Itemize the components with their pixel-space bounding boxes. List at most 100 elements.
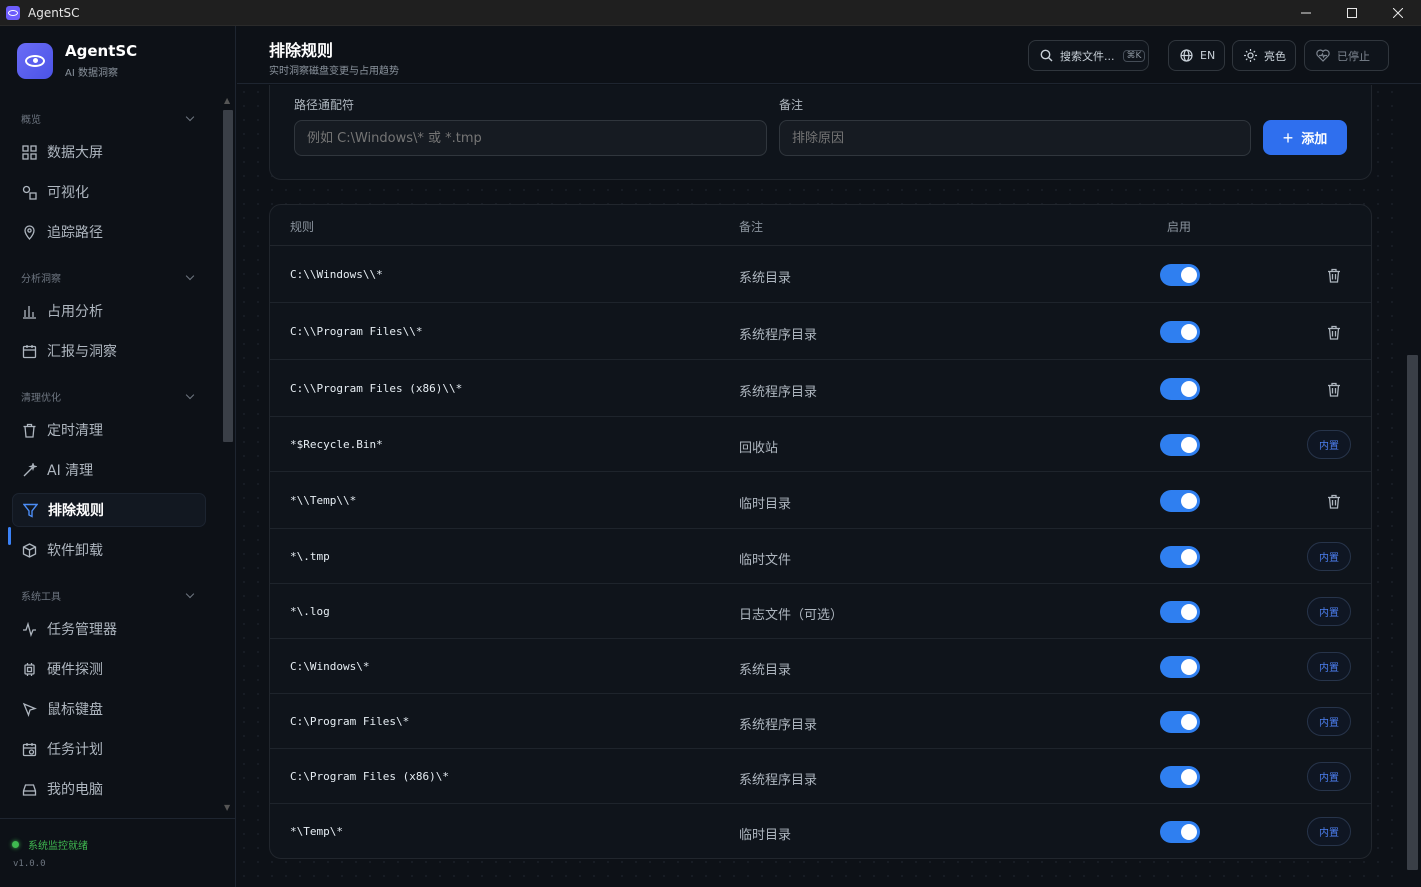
add-rule-form: 路径通配符 备注 + 添加 xyxy=(269,85,1372,180)
rule-pattern: C:\\Program Files\\* xyxy=(290,325,423,338)
sidebar-item-dashboard[interactable]: 数据大屏 xyxy=(12,135,206,169)
chevron-down-icon xyxy=(185,589,195,598)
sidebar-item-scheduled-clean[interactable]: 定时清理 xyxy=(12,413,206,447)
enabled-toggle[interactable] xyxy=(1160,490,1200,512)
sidebar-item-label: 我的电脑 xyxy=(47,782,103,798)
rule-pattern: *\\Temp\\* xyxy=(290,494,357,507)
sidebar-item-task-manager[interactable]: 任务管理器 xyxy=(12,612,206,646)
language-button[interactable]: EN xyxy=(1168,40,1225,71)
stopped-label: 已停止 xyxy=(1337,49,1370,63)
sidebar-item-my-computer[interactable]: 我的电脑 xyxy=(12,772,206,806)
sidebar-item-label: 任务管理器 xyxy=(47,622,117,638)
sidebar-item-label: 追踪路径 xyxy=(47,225,103,241)
toggle-knob xyxy=(1181,324,1197,340)
enabled-toggle[interactable] xyxy=(1160,321,1200,343)
delete-icon[interactable] xyxy=(1326,493,1342,509)
sidebar-item-label: 占用分析 xyxy=(47,304,103,320)
minimize-button[interactable] xyxy=(1283,0,1329,26)
toggle-knob xyxy=(1181,437,1197,453)
search-button[interactable]: 搜索文件... ⌘K xyxy=(1028,40,1149,71)
magic-wand-icon xyxy=(21,462,37,478)
sidebar-item-reports[interactable]: 汇报与洞察 xyxy=(12,334,206,368)
toggle-knob xyxy=(1181,381,1197,397)
status-text: 系统监控就绪 xyxy=(28,841,88,852)
table-row: *\\Temp\\* 临时目录 xyxy=(270,472,1371,529)
main-scrollbar[interactable] xyxy=(1407,355,1418,870)
nav-section-label: 概览 xyxy=(21,114,41,126)
enabled-toggle[interactable] xyxy=(1160,601,1200,623)
activity-icon xyxy=(21,621,37,637)
rule-note: 临时目录 xyxy=(739,497,792,512)
rule-pattern: *\.log xyxy=(290,605,330,618)
delete-icon[interactable] xyxy=(1326,381,1342,397)
sidebar-item-label: 汇报与洞察 xyxy=(47,344,117,360)
note-input[interactable] xyxy=(779,120,1251,156)
sidebar-item-exclude-rules[interactable]: 排除规则 xyxy=(12,493,206,527)
active-indicator xyxy=(8,527,11,545)
nav-section-cleanup[interactable]: 清理优化 xyxy=(21,388,196,404)
sidebar-item-scheduler[interactable]: 任务计划 xyxy=(12,732,206,766)
enabled-toggle[interactable] xyxy=(1160,264,1200,286)
toggle-knob xyxy=(1181,824,1197,840)
pattern-input[interactable] xyxy=(294,120,767,156)
theme-toggle-button[interactable]: 亮色 xyxy=(1232,40,1296,71)
sidebar-item-hardware[interactable]: 硬件探测 xyxy=(12,652,206,686)
sidebar-item-trace[interactable]: 追踪路径 xyxy=(12,215,206,249)
toggle-knob xyxy=(1181,493,1197,509)
nav-section-overview[interactable]: 概览 xyxy=(21,110,196,126)
table-row: C:\\Program Files (x86)\\* 系统程序目录 xyxy=(270,360,1371,417)
enabled-toggle[interactable] xyxy=(1160,378,1200,400)
sidebar-item-label: 排除规则 xyxy=(48,503,104,519)
enabled-toggle[interactable] xyxy=(1160,434,1200,456)
sidebar: AgentSC AI 数据洞察 ▲ ▼ 概览 数据大屏 可视化 追踪路径 分析洞… xyxy=(0,26,236,887)
sidebar-footer: 系统监控就绪 v1.0.0 xyxy=(0,818,236,887)
table-row: *\Temp\* 临时目录 内置 xyxy=(270,804,1371,858)
delete-icon[interactable] xyxy=(1326,267,1342,283)
rule-pattern: *\Temp\* xyxy=(290,825,343,838)
rule-note: 系统程序目录 xyxy=(739,773,818,788)
window-title: AgentSC xyxy=(28,5,80,20)
enabled-toggle[interactable] xyxy=(1160,546,1200,568)
delete-icon[interactable] xyxy=(1326,324,1342,340)
sidebar-item-usage[interactable]: 占用分析 xyxy=(12,294,206,328)
nav-section-label: 系统工具 xyxy=(21,591,61,603)
builtin-badge: 内置 xyxy=(1307,652,1351,681)
builtin-badge: 内置 xyxy=(1307,542,1351,571)
rule-note: 日志文件（可选） xyxy=(739,608,844,623)
chevron-down-icon xyxy=(185,112,195,121)
sidebar-item-label: 任务计划 xyxy=(47,742,103,758)
filter-icon xyxy=(22,502,38,518)
search-label: 搜索文件... xyxy=(1060,49,1115,63)
sidebar-scroll-up-arrow[interactable]: ▲ xyxy=(224,96,230,105)
enabled-toggle[interactable] xyxy=(1160,656,1200,678)
rule-note: 回收站 xyxy=(739,441,779,456)
add-rule-button[interactable]: + 添加 xyxy=(1263,120,1347,155)
maximize-button[interactable] xyxy=(1329,0,1375,26)
nav-section-tools[interactable]: 系统工具 xyxy=(21,587,196,603)
toggle-knob xyxy=(1181,267,1197,283)
builtin-badge: 内置 xyxy=(1307,597,1351,626)
sidebar-item-ai-clean[interactable]: AI 清理 xyxy=(12,453,206,487)
monitor-stopped-button[interactable]: 已停止 xyxy=(1304,40,1389,71)
brand: AgentSC AI 数据洞察 xyxy=(17,42,137,79)
sidebar-item-uninstall[interactable]: 软件卸载 xyxy=(12,533,206,567)
plus-icon: + xyxy=(1282,127,1294,148)
close-button[interactable] xyxy=(1375,0,1421,26)
sidebar-item-mouse-keyboard[interactable]: 鼠标键盘 xyxy=(12,692,206,726)
toggle-knob xyxy=(1181,604,1197,620)
enabled-toggle[interactable] xyxy=(1160,766,1200,788)
table-row: C:\Windows\* 系统目录 内置 xyxy=(270,639,1371,694)
enabled-toggle[interactable] xyxy=(1160,711,1200,733)
pattern-label: 路径通配符 xyxy=(294,98,355,112)
sidebar-item-visualize[interactable]: 可视化 xyxy=(12,175,206,209)
sidebar-scrollbar[interactable] xyxy=(223,110,233,442)
rule-pattern: C:\\Program Files (x86)\\* xyxy=(290,382,463,395)
enabled-toggle[interactable] xyxy=(1160,821,1200,843)
app-eye-icon xyxy=(6,5,20,20)
sun-icon xyxy=(1244,49,1257,62)
sidebar-item-label: AI 清理 xyxy=(47,463,94,479)
sidebar-scroll-down-arrow[interactable]: ▼ xyxy=(224,803,230,812)
nav-section-analysis[interactable]: 分析洞察 xyxy=(21,269,196,285)
page-header: 排除规则 实时洞察磁盘变更与占用趋势 搜索文件... ⌘K EN 亮色 已停止 xyxy=(237,26,1421,84)
logo-eye-icon xyxy=(17,42,53,79)
